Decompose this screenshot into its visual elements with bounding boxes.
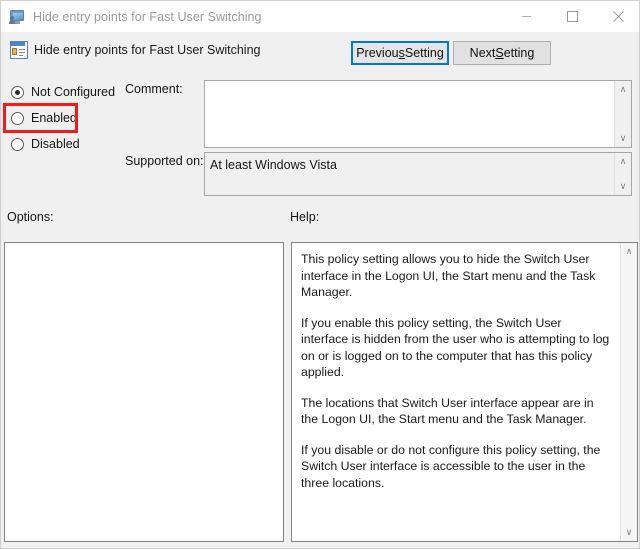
group-policy-setting-dialog: Hide entry points for Fast User Switchin… xyxy=(0,0,640,549)
comment-label: Comment: xyxy=(125,82,183,96)
radio-label-enabled: Enabled xyxy=(31,111,77,125)
help-label: Help: xyxy=(290,210,319,224)
radio-mark-enabled xyxy=(11,112,24,125)
options-content xyxy=(5,243,283,541)
next-setting-label-pre: Next xyxy=(470,46,496,60)
state-radio-group: Not Configured Enabled Disabled xyxy=(1,79,119,157)
supported-on-textbox: At least Windows Vista ∧ ∨ xyxy=(204,152,632,196)
help-paragraph: This policy setting allows you to hide t… xyxy=(301,251,611,301)
help-paragraph: If you enable this policy setting, the S… xyxy=(301,315,611,381)
comment-textbox[interactable]: ∧ ∨ xyxy=(204,80,632,148)
radio-label-not-configured: Not Configured xyxy=(31,85,115,99)
supported-on-label: Supported on: xyxy=(125,154,204,168)
radio-enabled[interactable]: Enabled xyxy=(1,105,119,131)
title-bar: Hide entry points for Fast User Switchin… xyxy=(1,1,640,32)
radio-mark-not-configured xyxy=(11,86,24,99)
scroll-up-icon[interactable]: ∧ xyxy=(615,153,632,170)
radio-mark-disabled xyxy=(11,138,24,151)
help-paragraph: If you disable or do not configure this … xyxy=(301,442,611,492)
scroll-down-icon[interactable]: ∨ xyxy=(621,524,638,541)
comment-scrollbar[interactable]: ∧ ∨ xyxy=(614,81,631,147)
radio-label-disabled: Disabled xyxy=(31,137,80,151)
next-setting-accel: S xyxy=(495,46,503,60)
radio-disabled[interactable]: Disabled xyxy=(1,131,119,157)
previous-setting-label-pre: Previou xyxy=(356,46,398,60)
policy-setting-icon xyxy=(10,41,28,59)
scroll-up-icon[interactable]: ∧ xyxy=(615,81,632,98)
next-setting-button[interactable]: Next Setting xyxy=(453,41,551,65)
scroll-up-icon[interactable]: ∧ xyxy=(621,243,638,260)
help-content: This policy setting allows you to hide t… xyxy=(292,243,620,541)
help-scrollbar[interactable]: ∧ ∨ xyxy=(620,243,637,541)
comment-value[interactable] xyxy=(205,81,614,147)
setting-title: Hide entry points for Fast User Switchin… xyxy=(34,43,260,57)
window-controls xyxy=(503,1,640,32)
scroll-down-icon[interactable]: ∨ xyxy=(615,130,632,147)
computer-user-icon xyxy=(9,9,25,25)
maximize-icon[interactable] xyxy=(549,1,595,32)
options-panel[interactable] xyxy=(4,242,284,542)
scroll-down-icon[interactable]: ∨ xyxy=(615,178,632,195)
radio-not-configured[interactable]: Not Configured xyxy=(1,79,119,105)
supported-on-scrollbar[interactable]: ∧ ∨ xyxy=(614,153,631,195)
window-title: Hide entry points for Fast User Switchin… xyxy=(33,10,262,24)
minimize-icon[interactable] xyxy=(503,1,549,32)
help-paragraph: The locations that Switch User interface… xyxy=(301,395,611,428)
previous-setting-button[interactable]: Previous Setting xyxy=(351,41,449,65)
supported-on-value: At least Windows Vista xyxy=(205,153,614,195)
next-setting-label-post: etting xyxy=(504,46,535,60)
previous-setting-label-post: Setting xyxy=(405,46,444,60)
help-panel[interactable]: This policy setting allows you to hide t… xyxy=(291,242,638,542)
options-label: Options: xyxy=(7,210,54,224)
close-icon[interactable] xyxy=(595,1,640,32)
